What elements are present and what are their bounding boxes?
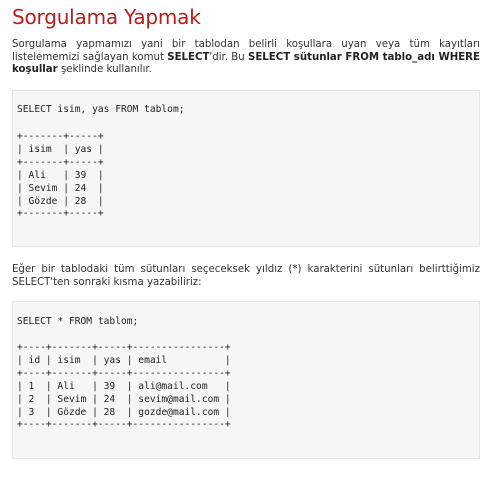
sql-query-1: SELECT isim, yas FROM tablom; (17, 104, 185, 115)
intro-text-3: şeklinde kullanılır. (57, 64, 152, 75)
middle-paragraph: Eğer bir tablodaki tüm sütunları seçecek… (12, 264, 480, 288)
intro-keyword-select: SELECT (167, 51, 210, 63)
code-block-1: SELECT isim, yas FROM tablom; +-------+-… (12, 90, 480, 247)
sql-query-2: SELECT * FROM tablom; (17, 316, 139, 327)
intro-paragraph: Sorgulama yapmamızı yani bir tablodan be… (12, 39, 480, 77)
page-title: Sorgulama Yapmak (12, 5, 201, 29)
code-block-2: SELECT * FROM tablom; +----+-------+----… (12, 301, 480, 459)
result-table-2: +----+-------+-----+----------------+ | … (17, 342, 231, 431)
result-table-1: +-------+-----+ | isim | yas | +-------+… (17, 131, 104, 220)
intro-text-2: 'dir. Bu (209, 51, 248, 63)
